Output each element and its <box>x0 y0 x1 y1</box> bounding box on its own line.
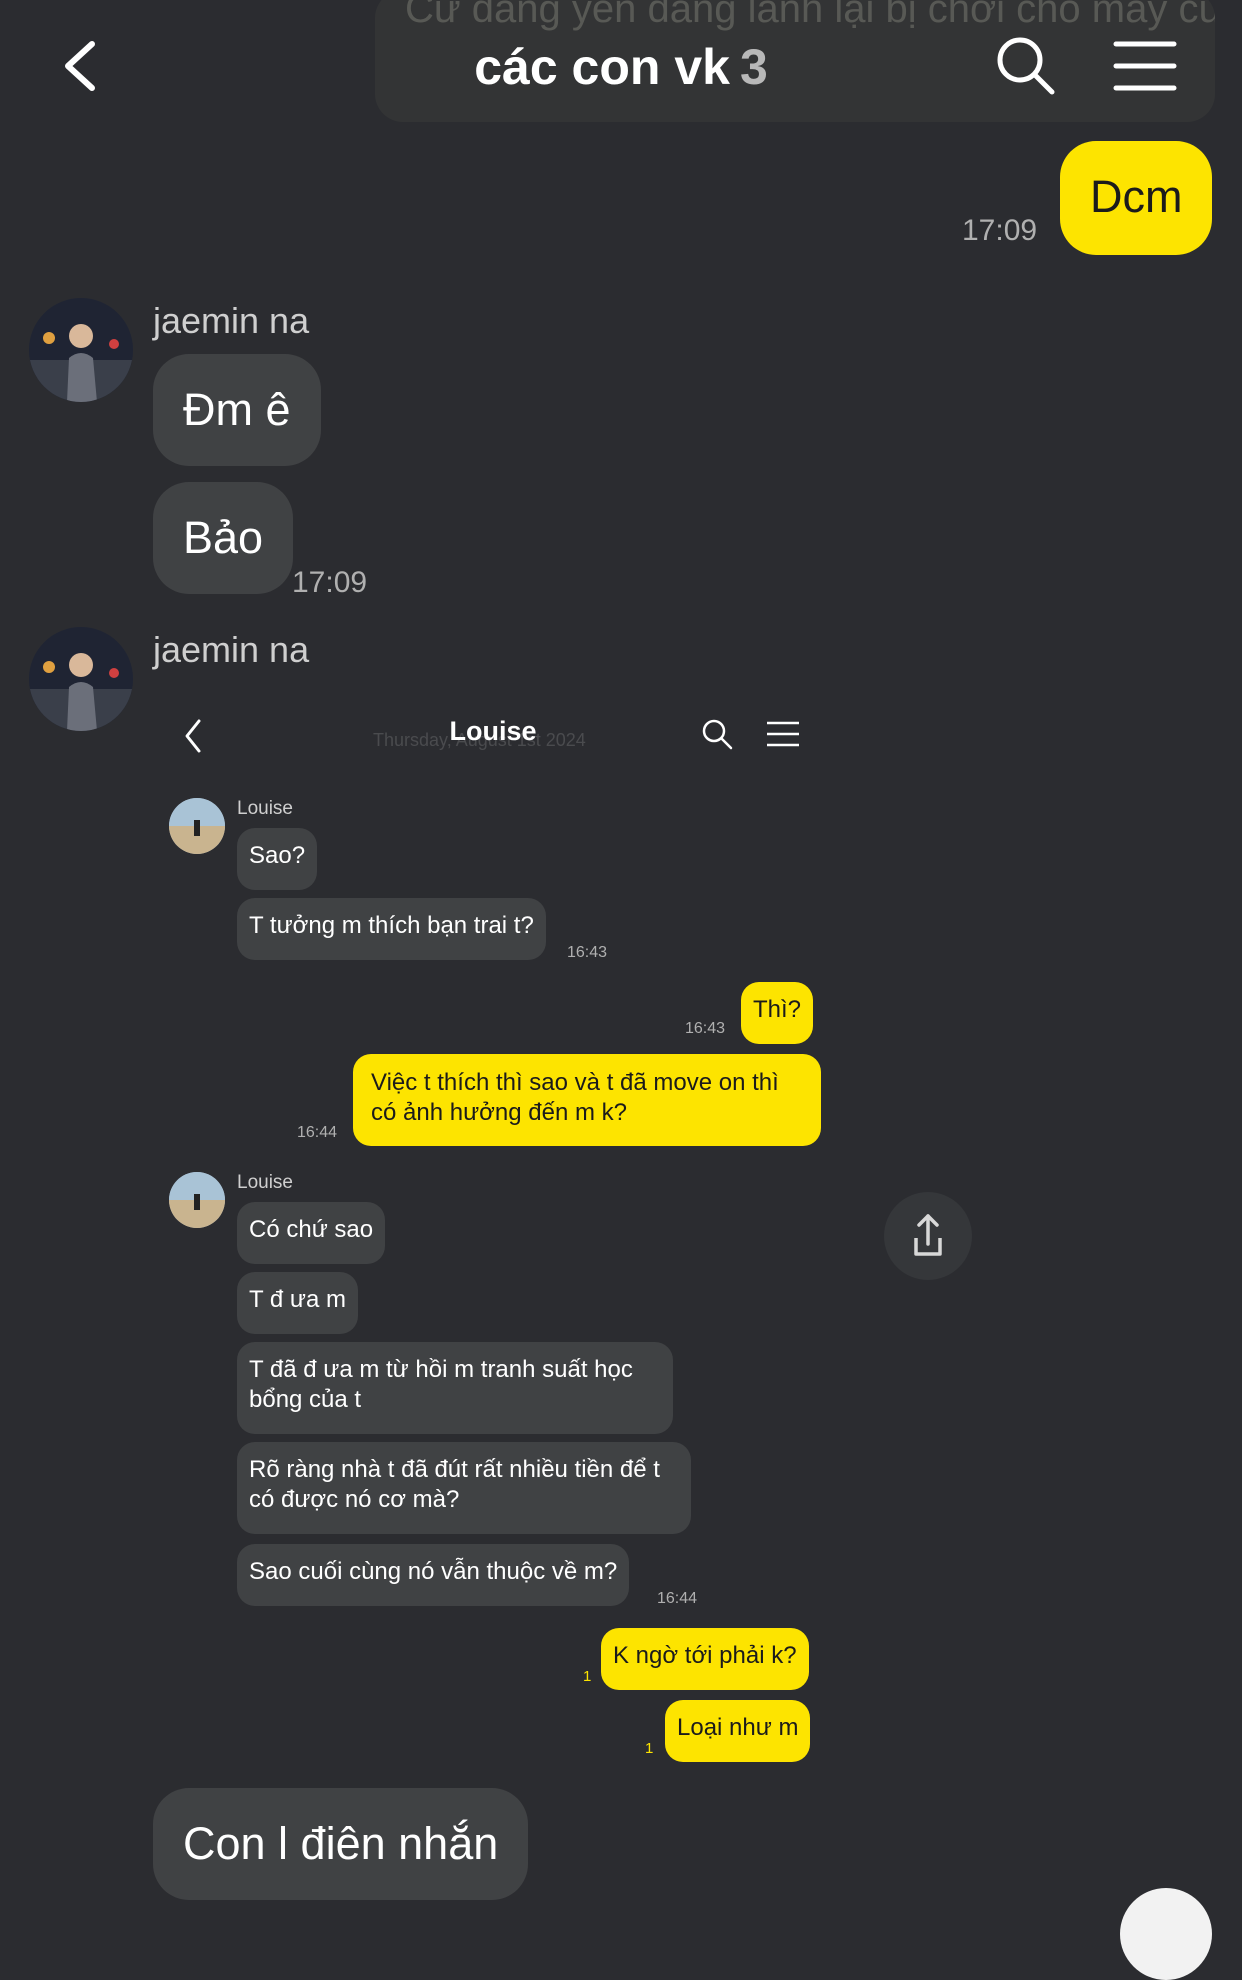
avatar[interactable] <box>29 627 133 731</box>
search-icon <box>702 719 733 750</box>
share-button[interactable] <box>884 1192 972 1280</box>
message-time: 16:44 <box>297 1124 338 1141</box>
avatar <box>169 1172 225 1228</box>
message-bubble-outgoing: Việc t thích thì sao và t đã move on thì… <box>353 1054 821 1146</box>
sender-name: jaemin na <box>153 629 310 670</box>
menu-icon <box>1113 41 1177 91</box>
unread-count: 1 <box>583 1668 592 1685</box>
message-bubble-incoming: Sao? <box>237 828 318 890</box>
avatar-photo <box>29 627 133 731</box>
message-bubble-incoming: Rõ ràng nhà t đã đút rất nhiều tiền để t… <box>237 1442 691 1534</box>
message-bubble-outgoing[interactable]: Dcm <box>1060 141 1213 255</box>
chat-name: các con vk <box>474 39 730 95</box>
sender-name: jaemin na <box>153 300 310 341</box>
menu-icon <box>767 721 799 747</box>
unread-count: 1 <box>645 1740 654 1757</box>
search-icon <box>997 37 1055 95</box>
shared-screenshot[interactable]: Thursday, August 1st 2024 Louise Louise … <box>153 690 833 1770</box>
avatar[interactable] <box>29 298 133 402</box>
pinned-notice-text: Cứ đang yên đang lành lại bị chơi cho mấ… <box>405 0 1215 31</box>
message-bubble-outgoing: K ngờ tới phải k? <box>601 1628 809 1690</box>
menu-button[interactable] <box>1112 38 1178 94</box>
share-icon <box>914 1214 942 1256</box>
message-bubble-outgoing: Thì? <box>741 982 814 1044</box>
message-bubble-incoming: T đ ưa m <box>237 1272 358 1334</box>
message-bubble-incoming[interactable]: Đm ê <box>153 354 321 466</box>
message-bubble-incoming: T đã đ ưa m từ hồi m tranh suất học bổng… <box>237 1342 673 1434</box>
avatar <box>169 798 225 854</box>
search-button[interactable] <box>994 34 1058 98</box>
message-time: 16:43 <box>685 1020 726 1037</box>
message-time: 16:44 <box>657 1590 698 1607</box>
message-bubble-outgoing: Loại như m <box>665 1700 811 1762</box>
sender-name: Louise <box>237 1172 293 1193</box>
member-count: 3 <box>739 39 768 95</box>
message-bubble-incoming: Có chứ sao <box>237 1202 386 1264</box>
message-bubble-incoming[interactable]: Bảo <box>153 482 294 594</box>
avatar-photo <box>29 298 133 402</box>
message-time: 16:43 <box>567 944 608 961</box>
message-bubble-incoming: Sao cuối cùng nó vẫn thuộc về m? <box>237 1544 630 1606</box>
message-bubble-incoming: T tưởng m thích bạn trai t? <box>237 898 546 960</box>
message-time: 17:09 <box>292 566 368 599</box>
message-time: 17:09 <box>962 214 1038 247</box>
scroll-down-button[interactable] <box>1120 1888 1212 1980</box>
sender-name: Louise <box>237 798 293 819</box>
message-bubble-incoming[interactable]: Con l điên nhắn <box>153 1788 529 1900</box>
